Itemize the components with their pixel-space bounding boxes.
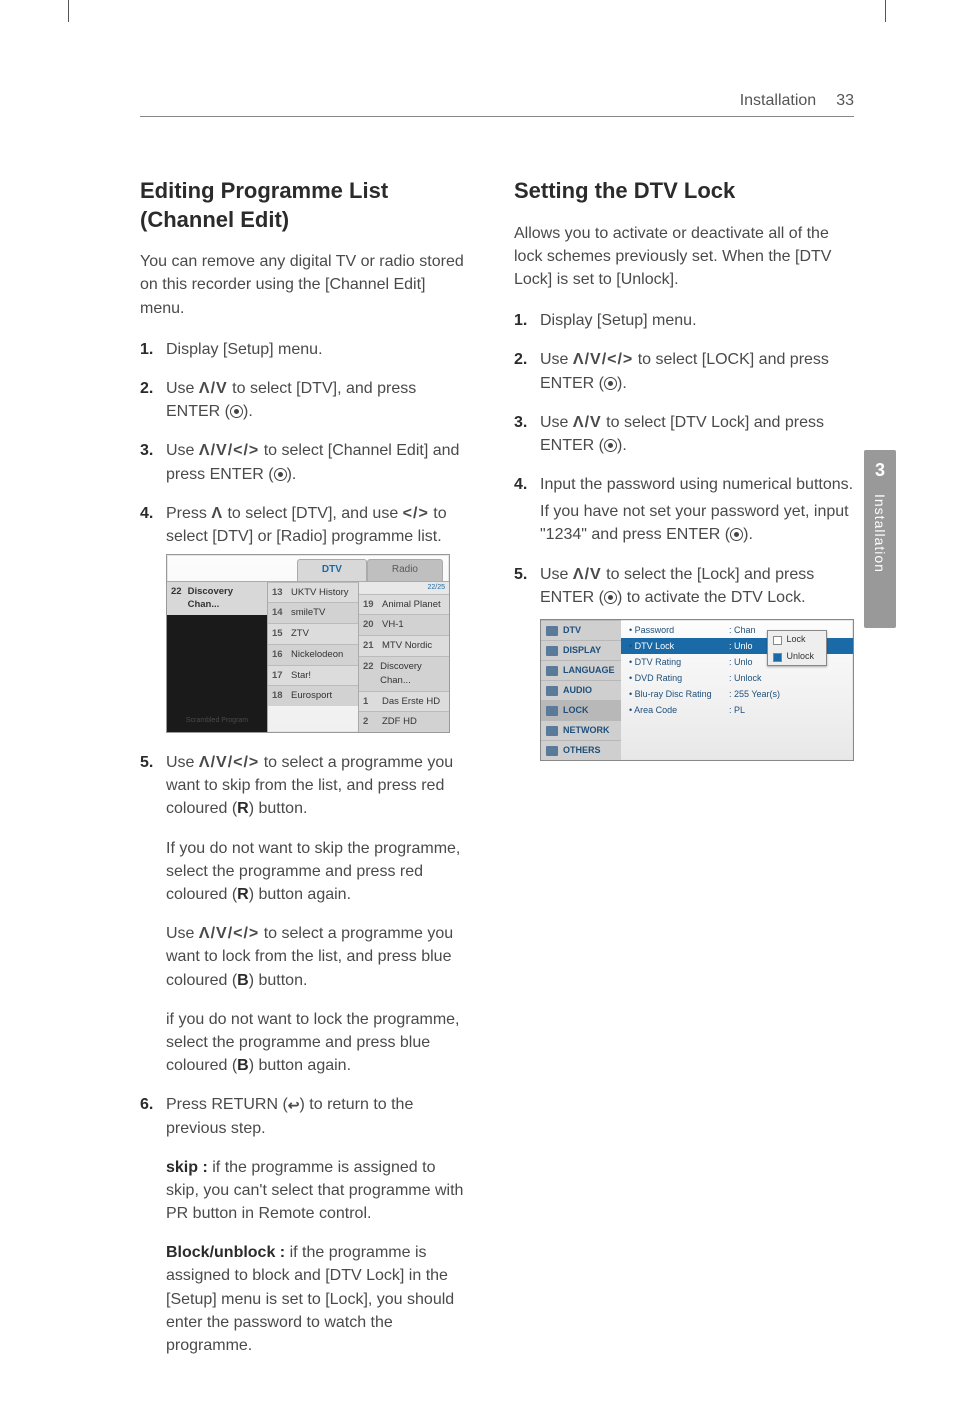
side-tab-number: 3 <box>864 450 896 481</box>
right-steps: Display [Setup] menu. Use Λ/V/</> to sel… <box>514 309 854 761</box>
up-arrow-icon: Λ <box>211 505 223 522</box>
enter-icon <box>274 468 287 481</box>
list-item: 15ZTV <box>268 623 358 644</box>
right-step-4: Input the password using numerical butto… <box>514 473 854 547</box>
list-item: 16Nickelodeon <box>268 644 358 665</box>
side-tab: 3 Installation <box>864 450 896 628</box>
right-step-1: Display [Setup] menu. <box>514 309 854 332</box>
page-header: Installation 33 <box>140 92 854 117</box>
left-column: Editing Programme List (Channel Edit) Yo… <box>140 177 466 1373</box>
left-intro: You can remove any digital TV or radio s… <box>140 250 466 320</box>
fig1-list-a: 13UKTV History14smileTV15ZTV16Nickelodeo… <box>267 582 358 733</box>
right-heading: Setting the DTV Lock <box>514 177 854 206</box>
option-row: Area Code: PL <box>621 702 853 718</box>
left-step-2: Use Λ/V to select [DTV], and press ENTER… <box>140 377 466 423</box>
left-steps: Display [Setup] menu. Use Λ/V to select … <box>140 338 466 1357</box>
right-intro: Allows you to activate or deactivate all… <box>514 222 854 292</box>
arrows-icon: Λ/V/</> <box>199 925 259 942</box>
menu-item: DTV <box>541 620 621 640</box>
arrows-icon: Λ/V/</> <box>199 754 259 771</box>
left-step-3: Use Λ/V/</> to select [Channel Edit] and… <box>140 439 466 485</box>
arrows-icon: Λ/V <box>573 566 602 583</box>
fig1-preview: 22 Discovery Chan... Scrambled Program <box>167 582 267 733</box>
option-row: Blu-ray Disc Rating: 255 Year(s) <box>621 686 853 702</box>
enter-icon <box>604 591 617 604</box>
list-item: 20VH-1 <box>359 614 449 635</box>
left-step-4: Press Λ to select [DTV], and use </> to … <box>140 502 466 733</box>
enter-icon <box>230 405 243 418</box>
list-item: 1Das Erste HD <box>359 691 449 712</box>
right-step-5: Use Λ/V to select the [Lock] and press E… <box>514 563 854 762</box>
page: Installation 33 Editing Programme List (… <box>0 0 954 1413</box>
list-item: 13UKTV History <box>268 582 358 603</box>
channel-edit-figure: DTV Radio 22 Discovery Chan... Scrambled… <box>166 554 450 733</box>
page-number: 33 <box>836 92 854 110</box>
menu-item: OTHERS <box>541 740 621 760</box>
menu-item: LOCK <box>541 700 621 720</box>
right-column: Setting the DTV Lock Allows you to activ… <box>514 177 854 1373</box>
option-row: DVD Rating: Unlock <box>621 670 853 686</box>
left-heading: Editing Programme List (Channel Edit) <box>140 177 466 234</box>
header-section: Installation <box>740 92 817 110</box>
list-item: 21MTV Nordic <box>359 635 449 656</box>
fig1-list-b: 22/25 19Animal Planet20VH-121MTV Nordic2… <box>358 582 449 733</box>
popup-lock: Lock <box>768 631 826 648</box>
arrows-icon: Λ/V <box>573 414 602 431</box>
list-item: 14smileTV <box>268 602 358 623</box>
menu-item: DISPLAY <box>541 640 621 660</box>
left-step-1: Display [Setup] menu. <box>140 338 466 361</box>
left-step-5: Use Λ/V/</> to select a programme you wa… <box>140 751 466 1077</box>
popup-unlock: Unlock <box>768 648 826 665</box>
list-item: 22Discovery Chan... <box>359 656 449 691</box>
side-tab-label: Installation <box>872 494 888 573</box>
leftright-arrow-icon: </> <box>403 505 429 522</box>
list-item: 18Eurosport <box>268 685 358 706</box>
fig2-menu: DTVDISPLAYLANGUAGEAUDIOLOCKNETWORKOTHERS <box>541 620 621 760</box>
list-item: 19Animal Planet <box>359 594 449 615</box>
menu-item: LANGUAGE <box>541 660 621 680</box>
arrows-icon: Λ/V/</> <box>199 442 259 459</box>
fig1-tab-dtv: DTV <box>297 559 367 581</box>
arrows-icon: Λ/V <box>199 380 228 397</box>
right-step-3: Use Λ/V to select [DTV Lock] and press E… <box>514 411 854 457</box>
menu-item: AUDIO <box>541 680 621 700</box>
arrows-icon: Λ/V/</> <box>573 351 633 368</box>
enter-icon <box>604 439 617 452</box>
enter-icon <box>604 377 617 390</box>
list-item: 17Star! <box>268 665 358 686</box>
left-step-6: Press RETURN (↩) to return to the previo… <box>140 1093 466 1357</box>
return-icon: ↩ <box>288 1095 300 1115</box>
right-step-2: Use Λ/V/</> to select [LOCK] and press E… <box>514 348 854 394</box>
list-item: 2ZDF HD <box>359 711 449 732</box>
enter-icon <box>730 528 743 541</box>
menu-item: NETWORK <box>541 720 621 740</box>
fig2-popup: Lock Unlock <box>767 630 827 666</box>
dtv-lock-figure: DTVDISPLAYLANGUAGEAUDIOLOCKNETWORKOTHERS… <box>540 619 854 761</box>
fig1-tab-radio: Radio <box>367 559 443 581</box>
